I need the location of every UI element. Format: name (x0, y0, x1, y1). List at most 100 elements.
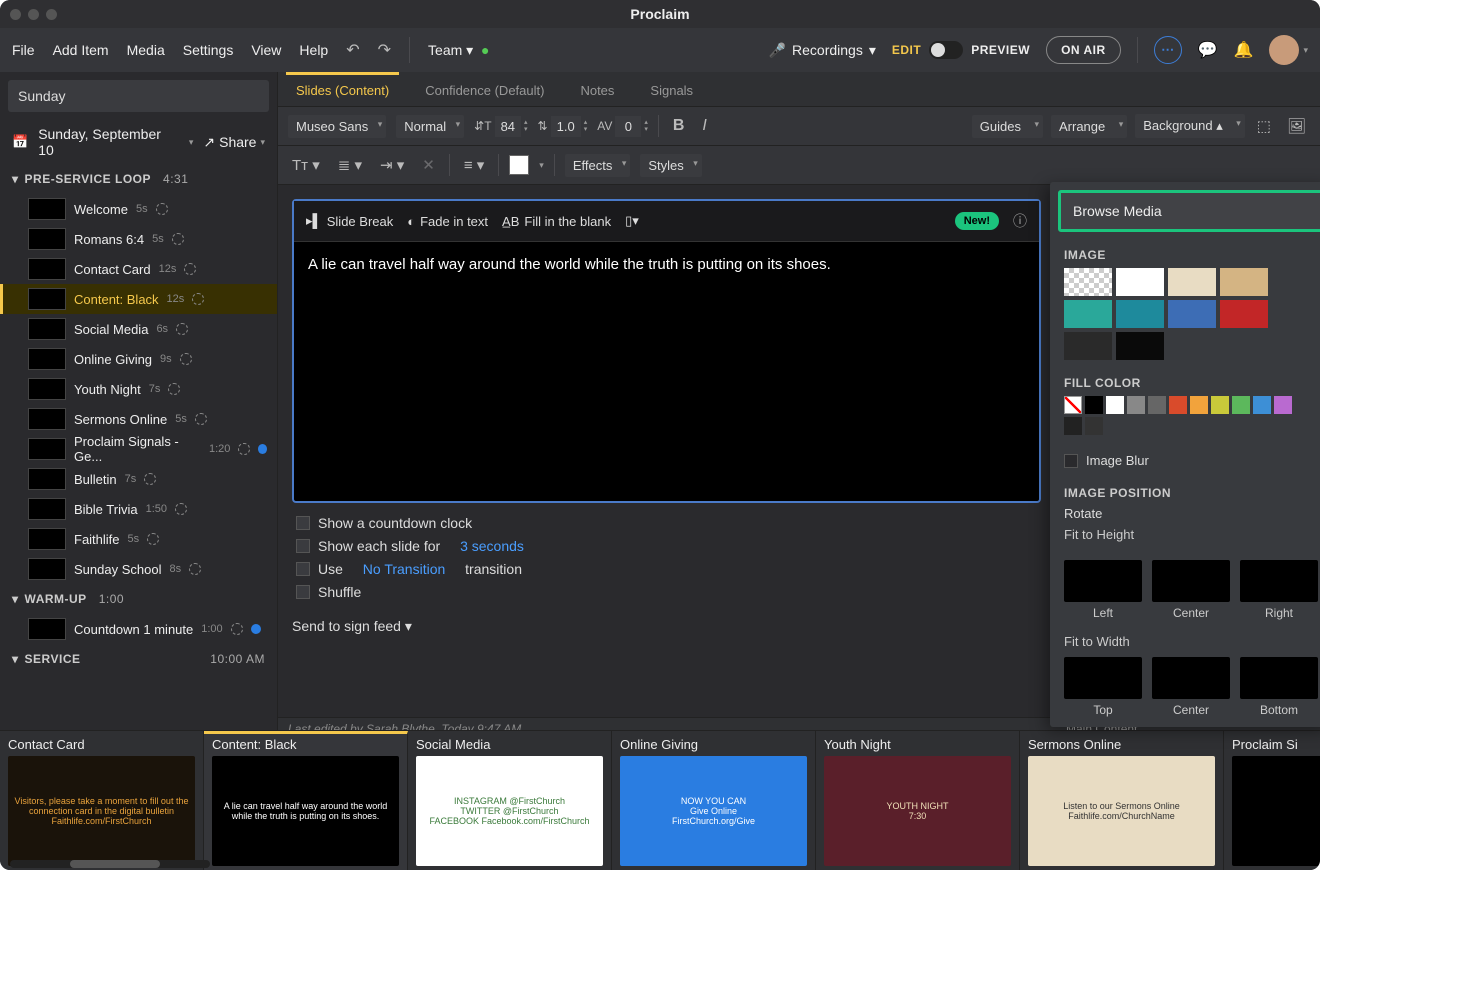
fill-color-swatch[interactable] (1106, 396, 1124, 414)
menu-view[interactable]: View (251, 42, 281, 58)
user-avatar[interactable]: ▾ (1269, 35, 1308, 65)
slide-item[interactable]: Bible Trivia1:50 (0, 494, 277, 524)
chat-icon[interactable]: 💬 (1198, 40, 1218, 60)
fill-color-swatch[interactable] (1127, 396, 1145, 414)
font-size-input[interactable]: ⇵T 84 ▴▾ (474, 116, 527, 137)
bg-image-thumb[interactable] (1064, 332, 1112, 360)
tab-confidence[interactable]: Confidence (Default) (415, 72, 554, 106)
bg-image-thumb[interactable] (1064, 268, 1112, 296)
filmstrip-item[interactable]: Social MediaINSTAGRAM @FirstChurchTWITTE… (408, 731, 612, 870)
menu-file[interactable]: File (12, 42, 35, 58)
position-option[interactable]: Center (1152, 560, 1230, 620)
more-menu-icon[interactable]: ⋯ (1154, 36, 1182, 64)
text-direction-button[interactable]: ▯▾ (625, 213, 639, 229)
section-header[interactable]: ▾SERVICE10:00 AM (0, 644, 277, 674)
fill-color-swatch[interactable] (1274, 396, 1292, 414)
position-option[interactable]: Right (1240, 560, 1318, 620)
share-button[interactable]: ↗ Share ▾ (203, 134, 265, 151)
opt-transition[interactable]: Use No Transition transition (296, 561, 1041, 577)
filmstrip-scrollbar[interactable] (10, 860, 210, 868)
presentation-name-input[interactable]: Sunday (8, 80, 269, 112)
slide-item[interactable]: Contact Card12s (0, 254, 277, 284)
section-header[interactable]: ▾PRE-SERVICE LOOP4:31 (0, 164, 277, 194)
recordings-button[interactable]: 🎤 Recordings ▾ (769, 42, 876, 59)
fill-color-swatch[interactable] (1253, 396, 1271, 414)
slide-item[interactable]: Social Media6s (0, 314, 277, 344)
slide-item[interactable]: Online Giving9s (0, 344, 277, 374)
fill-color-swatch[interactable] (1148, 396, 1166, 414)
menu-help[interactable]: Help (299, 42, 328, 58)
text-transform-button[interactable]: Tᴛ ▾ (288, 152, 324, 178)
bg-image-thumb[interactable] (1116, 332, 1164, 360)
menu-team[interactable]: Team ▾ ● (428, 42, 489, 59)
slide-item[interactable]: Content: Black12s (0, 284, 277, 314)
line-height-input[interactable]: ⇅ 1.0 ▴▾ (538, 116, 588, 137)
slide-item[interactable]: Welcome5s (0, 194, 277, 224)
tracking-input[interactable]: AV 0 ▴▾ (597, 116, 648, 137)
guides-button[interactable]: Guides (972, 115, 1043, 138)
menu-media[interactable]: Media (127, 42, 165, 58)
indent-button[interactable]: ⇥ ▾ (376, 152, 408, 178)
effects-select[interactable]: Effects (565, 154, 631, 177)
edit-preview-toggle[interactable] (929, 41, 963, 59)
section-header[interactable]: ▾WARM-UP1:00 (0, 584, 277, 614)
position-option[interactable]: Top (1064, 657, 1142, 717)
slide-item[interactable]: Sermons Online5s (0, 404, 277, 434)
fill-color-swatch[interactable] (1211, 396, 1229, 414)
text-box-icon[interactable]: ⬚ (1253, 113, 1275, 139)
bg-image-thumb[interactable] (1220, 268, 1268, 296)
styles-select[interactable]: Styles (640, 154, 701, 177)
filmstrip[interactable]: Contact CardVisitors, please take a mome… (0, 730, 1320, 870)
slide-item[interactable]: Faithlife5s (0, 524, 277, 554)
slide-item[interactable]: Youth Night7s (0, 374, 277, 404)
slide-item[interactable]: Proclaim Signals - Ge...1:20 (0, 434, 277, 464)
filmstrip-item[interactable]: Content: BlackA lie can travel half way … (204, 731, 408, 870)
menu-settings[interactable]: Settings (183, 42, 234, 58)
slide-break-button[interactable]: ▸▌Slide Break (306, 213, 393, 229)
font-family-select[interactable]: Museo Sans (288, 115, 386, 138)
tab-signals[interactable]: Signals (640, 72, 703, 106)
arrange-button[interactable]: Arrange (1051, 115, 1127, 138)
italic-button[interactable]: I (698, 113, 710, 139)
fill-color-swatch[interactable] (1064, 396, 1082, 414)
fade-text-button[interactable]: ◐Fade in text (407, 214, 488, 229)
window-controls[interactable] (10, 9, 57, 20)
slide-item[interactable]: Romans 6:45s (0, 224, 277, 254)
redo-icon[interactable]: ↷ (378, 40, 391, 60)
font-weight-select[interactable]: Normal (396, 115, 464, 138)
slide-item[interactable]: Sunday School8s (0, 554, 277, 584)
position-option[interactable]: Bottom (1240, 657, 1318, 717)
opt-countdown[interactable]: Show a countdown clock (296, 515, 1041, 531)
opt-shuffle[interactable]: Shuffle (296, 584, 1041, 600)
bg-image-thumb[interactable] (1064, 300, 1112, 328)
filmstrip-item[interactable]: Youth NightYOUTH NIGHT7:30 (816, 731, 1020, 870)
fill-color-swatch[interactable] (1169, 396, 1187, 414)
align-button[interactable]: ≡ ▾ (460, 152, 488, 178)
image-box-icon[interactable]: 🖼 (1283, 113, 1310, 139)
bg-image-thumb[interactable] (1168, 300, 1216, 328)
position-option[interactable]: Left (1064, 560, 1142, 620)
filmstrip-item[interactable]: Online GivingNOW YOU CANGive OnlineFirst… (612, 731, 816, 870)
bg-image-thumb[interactable] (1116, 300, 1164, 328)
position-option[interactable]: Center (1152, 657, 1230, 717)
bg-image-thumb[interactable] (1168, 268, 1216, 296)
fill-color-swatch[interactable] (1232, 396, 1250, 414)
text-color-swatch[interactable] (509, 155, 529, 175)
fill-color-swatch[interactable] (1085, 396, 1103, 414)
rotate-label[interactable]: Rotate (1064, 506, 1318, 521)
tab-notes[interactable]: Notes (570, 72, 624, 106)
date-picker[interactable]: Sunday, September 10 (38, 126, 179, 158)
slide-item[interactable]: Countdown 1 minute1:00 (0, 614, 277, 644)
opt-each-slide[interactable]: Show each slide for 3 seconds (296, 538, 1041, 554)
filmstrip-item[interactable]: Contact CardVisitors, please take a mome… (0, 731, 204, 870)
image-blur-checkbox[interactable] (1064, 454, 1078, 468)
filmstrip-item[interactable]: Proclaim Si (1224, 731, 1320, 870)
slide-text-content[interactable]: A lie can travel half way around the wor… (294, 242, 1039, 501)
fill-blank-button[interactable]: A̲BFill in the blank (502, 214, 611, 229)
menu-add-item[interactable]: Add Item (53, 42, 109, 58)
slide-item[interactable]: Bulletin7s (0, 464, 277, 494)
list-button[interactable]: ≣ ▾ (334, 152, 366, 178)
browse-media-button[interactable]: Browse Media (1058, 190, 1320, 232)
bold-button[interactable]: B (669, 113, 689, 139)
background-button[interactable]: Background ▴ (1135, 114, 1245, 138)
